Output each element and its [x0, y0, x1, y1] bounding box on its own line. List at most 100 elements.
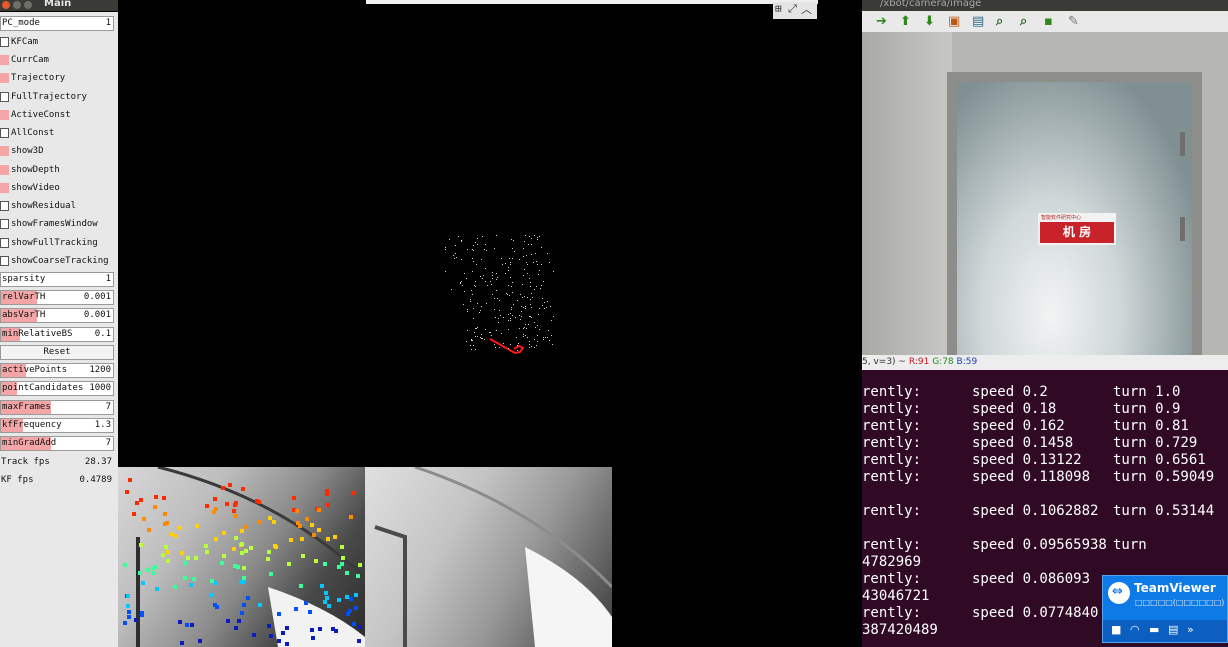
point-cloud-point [543, 281, 544, 282]
checkbox-showresidual[interactable]: showResidual [0, 199, 114, 214]
point-cloud-point [505, 273, 506, 274]
video-icon[interactable]: ■ [1111, 623, 1121, 636]
video-view [365, 467, 612, 647]
point-cloud-point [538, 274, 539, 275]
terminal-cell: speed 0.2 [972, 384, 1048, 400]
depth-point [209, 593, 213, 597]
slider-mingradadd[interactable]: minGradAdd 7 [0, 436, 114, 451]
teamviewer-actions: ■ ◠ ▬ ▤ » [1103, 620, 1227, 642]
slider-pointcandidates[interactable]: pointCandidates 1000 [0, 381, 114, 396]
point-cloud-point [528, 244, 529, 245]
point-cloud-point [467, 249, 468, 250]
camera-trajectory [489, 338, 525, 355]
depth-point [337, 598, 341, 602]
teamviewer-panel[interactable]: TeamViewer □□□□□(□□□□□□) ■ ◠ ▬ ▤ » [1102, 575, 1228, 643]
checkbox-fulltrajectory[interactable]: FullTrajectory [0, 90, 114, 105]
depth-point [269, 634, 273, 638]
checkbox-showfulltracking[interactable]: showFullTracking [0, 236, 114, 251]
depth-point [320, 584, 324, 588]
depth-point [312, 533, 316, 537]
restore-icon[interactable]: ⊞ [775, 2, 782, 15]
checkbox-showvideo[interactable]: showVideo [0, 181, 114, 196]
point-cloud-point [509, 295, 510, 296]
checkbox-showframeswindow[interactable]: showFramesWindow [0, 217, 114, 232]
files-icon[interactable]: ▤ [1168, 623, 1178, 636]
fullscreen-icon[interactable]: ⤢ [788, 2, 797, 16]
checkbox-activeconst[interactable]: ActiveConst [0, 108, 114, 123]
depth-point [164, 545, 168, 549]
point-cloud-point [521, 311, 522, 312]
close-icon[interactable] [2, 1, 10, 9]
depth-point [267, 624, 271, 628]
zoom-out-icon[interactable]: ⌕ [1020, 14, 1027, 29]
depth-point [242, 566, 246, 570]
reset-button[interactable]: Reset [0, 345, 114, 360]
point-cloud-point [501, 258, 502, 259]
checkbox-currcam[interactable]: CurrCam [0, 53, 114, 68]
slider-kffrequency[interactable]: kfFrequency 1.3 [0, 418, 114, 433]
sparsity-field[interactable]: sparsity 1 [0, 272, 114, 287]
point-cloud-point [497, 298, 498, 299]
maximize-icon[interactable] [24, 1, 32, 9]
track-fps-readout: Track fps 28.37 [1, 457, 112, 467]
depth-point [153, 565, 157, 569]
slider-relvarth[interactable]: relVarTH 0.001 [0, 290, 114, 305]
slider-activepoints[interactable]: activePoints 1200 [0, 363, 114, 378]
slider-absvarth[interactable]: absVarTH 0.001 [0, 308, 114, 323]
arrow-up-icon[interactable]: ⬆ [900, 14, 911, 29]
terminal-cell: 43046721 [862, 588, 930, 604]
arrow-right-icon[interactable]: ➔ [876, 14, 887, 29]
minimize-icon[interactable] [13, 1, 21, 9]
checkbox-trajectory[interactable]: Trajectory [0, 71, 114, 86]
point-cloud-view[interactable]: ⊞ ⤢ ︿ [118, 0, 862, 467]
point-cloud-point [543, 339, 544, 340]
point-cloud-point [476, 328, 477, 329]
terminal-cell: rently: [862, 384, 922, 400]
depth-point [180, 551, 184, 555]
point-cloud-point [509, 258, 510, 259]
depth-point [234, 514, 238, 518]
depth-point [173, 585, 177, 589]
checkbox-allconst[interactable]: AllConst [0, 126, 114, 141]
point-cloud-point [480, 310, 481, 311]
depth-point [324, 591, 328, 595]
view-controls[interactable]: ⊞ ⤢ ︿ [773, 2, 817, 19]
terminal-cell: speed 0.0774840 [972, 605, 1099, 621]
image-icon[interactable]: ▣ [948, 14, 960, 29]
arrow-down-icon[interactable]: ⬇ [924, 14, 935, 29]
checkbox-show3d[interactable]: show3D [0, 144, 114, 159]
depth-point [333, 535, 337, 539]
depth-point [162, 496, 166, 500]
expand-icon[interactable]: » [1187, 623, 1194, 636]
brush-icon[interactable]: ✎ [1068, 14, 1079, 29]
checkbox-showcoarsetracking[interactable]: showCoarseTracking [0, 254, 114, 269]
slider-minrelativebs[interactable]: minRelativeBS 0.1 [0, 327, 114, 342]
save-icon[interactable]: ▪ [1044, 14, 1053, 29]
point-cloud-point [476, 264, 477, 265]
point-cloud-point [533, 262, 534, 263]
headset-icon[interactable]: ◠ [1130, 623, 1140, 636]
point-cloud-point [510, 313, 511, 314]
point-cloud-point [511, 307, 512, 308]
zoom-in-icon[interactable]: ⌕ [996, 14, 1003, 29]
point-cloud-point [517, 345, 518, 346]
depth-point [311, 636, 315, 640]
depth-point [139, 543, 143, 547]
depth-point [310, 628, 314, 632]
chat-icon[interactable]: ▤ [972, 14, 984, 29]
slider-maxframes[interactable]: maxFrames 7 [0, 400, 114, 415]
point-cloud-point [481, 259, 482, 260]
pc-mode-field[interactable]: PC_mode 1 [0, 16, 114, 31]
camera-status-bar: 5, v=3) ~ R:91 G:78 B:59 [862, 355, 1228, 370]
depth-point [151, 571, 155, 575]
point-cloud-point [508, 348, 509, 349]
checkbox-kfcam[interactable]: KFCam [0, 35, 114, 50]
chat-icon[interactable]: ▬ [1149, 623, 1159, 636]
point-cloud-point [527, 264, 528, 265]
point-cloud-point [525, 235, 526, 236]
point-cloud-point [503, 317, 504, 318]
point-cloud-point [467, 330, 468, 331]
checkbox-showdepth[interactable]: showDepth [0, 163, 114, 178]
chevron-up-icon[interactable]: ︿ [801, 1, 812, 17]
depth-point [287, 562, 291, 566]
